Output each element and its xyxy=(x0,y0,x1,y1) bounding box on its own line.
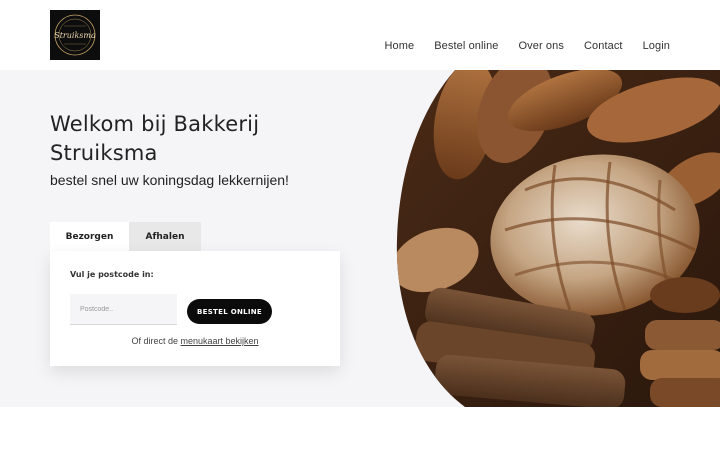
order-online-button[interactable]: BESTEL ONLINE xyxy=(187,299,272,324)
tab-bezorgen[interactable]: Bezorgen xyxy=(50,222,129,251)
main-nav: Home Bestel online Over ons Contact Logi… xyxy=(364,40,670,52)
hero-section: Welkom bij Bakkerij Struiksma bestel sne… xyxy=(0,70,720,407)
bakery-logo-icon: Struiksma xyxy=(54,14,96,56)
nav-contact[interactable]: Contact xyxy=(584,40,623,52)
site-header: Struiksma Home Bestel online Over ons Co… xyxy=(0,0,720,70)
nav-over-ons[interactable]: Over ons xyxy=(519,40,564,52)
bread-photo xyxy=(396,70,720,407)
hero-subtitle: bestel snel uw koningsdag lekkernijen! xyxy=(50,172,289,188)
nav-login[interactable]: Login xyxy=(643,40,670,52)
postcode-label: Vul je postcode in: xyxy=(70,270,154,279)
tab-afhalen[interactable]: Afhalen xyxy=(129,222,201,251)
nav-bestel-online[interactable]: Bestel online xyxy=(434,40,498,52)
menu-prefix: Of direct de xyxy=(131,336,178,346)
postcode-input[interactable] xyxy=(70,294,177,325)
nav-home[interactable]: Home xyxy=(384,40,414,52)
delivery-tabs: Bezorgen Afhalen xyxy=(50,222,201,251)
order-card: Vul je postcode in: BESTEL ONLINE Of dir… xyxy=(50,251,340,366)
menu-link[interactable]: menukaart bekijken xyxy=(181,336,259,346)
page-title: Welkom bij Bakkerij Struiksma xyxy=(50,112,260,165)
bakery-logo[interactable]: Struiksma xyxy=(50,10,100,60)
menu-line: Of direct de menukaart bekijken xyxy=(50,336,340,346)
logo-text: Struiksma xyxy=(54,31,96,40)
